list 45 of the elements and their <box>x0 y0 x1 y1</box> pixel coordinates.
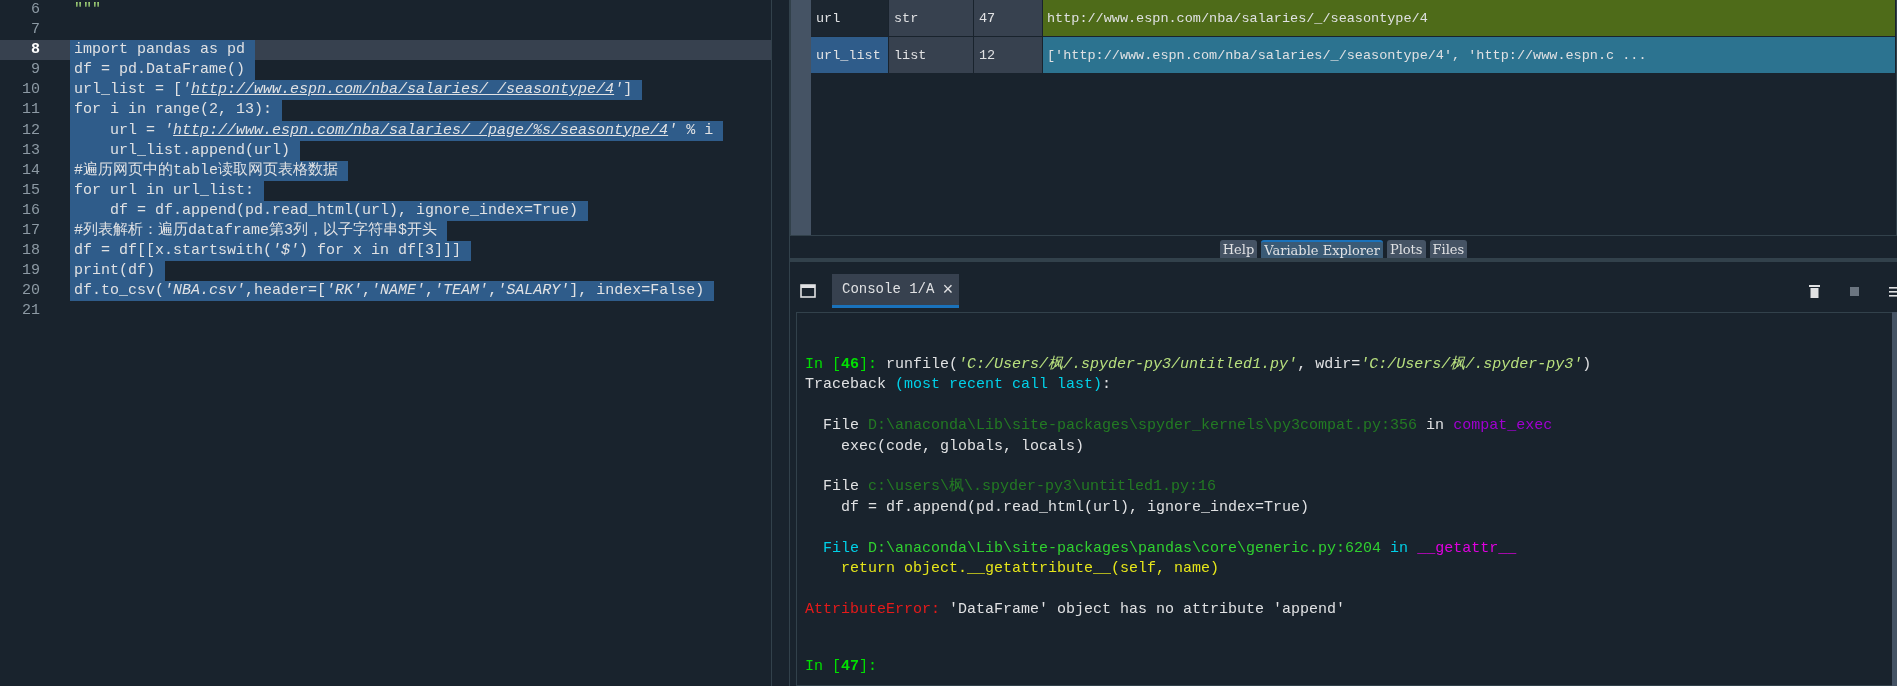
window-icon[interactable] <box>800 284 816 298</box>
line-number: 12 <box>21 120 41 141</box>
line-number: 8 <box>30 40 41 61</box>
line-number: 21 <box>21 301 41 322</box>
line-number: 15 <box>21 180 41 201</box>
line-number: 20 <box>21 281 41 302</box>
console-line: df = df.append(pd.read_html(url), ignore_index=True) <box>840 497 1311 518</box>
line-number: 19 <box>21 261 41 282</box>
variable-type-cell: list <box>889 37 974 73</box>
line-number: 17 <box>21 221 41 242</box>
console-line: File D:\anaconda\Lib\site-packages\spyder_kernels\py3compat.py:356 in compat_exec <box>822 416 1554 437</box>
variable-size-cell: 47 <box>974 0 1043 36</box>
variable-name-cell[interactable]: url_list <box>811 37 889 73</box>
menu-icon[interactable] <box>1889 285 1897 297</box>
console-prompt: In [47]: <box>805 656 879 677</box>
variable-size-cell: 12 <box>974 37 1043 73</box>
console-line: return object.__getattribute__(self, name) <box>840 558 1221 579</box>
line-number: 16 <box>21 200 41 221</box>
variable-value-cell: http://www.espn.com/nba/salaries/_/seasontype/4 <box>1043 0 1896 36</box>
variable-type-cell: str <box>889 0 974 36</box>
line-number: 6 <box>30 0 41 20</box>
line-number: 10 <box>21 80 41 101</box>
console-line: Traceback (most recent call last): <box>805 375 1113 396</box>
code-line: """ <box>73 0 101 20</box>
line-number: 13 <box>21 140 41 161</box>
console-tab[interactable]: Console 1/A × <box>832 274 960 308</box>
line-number: 7 <box>30 20 41 41</box>
pane-tab[interactable]: Files <box>1429 240 1468 258</box>
console-line: File c:\users\枫\.spyder-py3\untitled1.py:16 <box>822 477 1218 498</box>
line-number: 11 <box>21 100 41 121</box>
line-number: 9 <box>30 60 41 81</box>
line-number: 18 <box>21 241 41 262</box>
line-number: 14 <box>21 160 41 181</box>
pane-tab[interactable]: Variable Explorer <box>1261 240 1383 258</box>
pane-tab[interactable]: Help <box>1219 240 1258 258</box>
console-line: AttributeError: 'DataFrame' object has no attribute 'append' <box>805 599 1347 620</box>
variable-value-cell: ['http://www.espn.com/nba/salaries/_/seasontype/4', 'http://www.espn.c ... <box>1043 37 1896 73</box>
close-icon[interactable]: × <box>942 280 954 299</box>
pane-tab[interactable]: Plots <box>1386 240 1426 258</box>
console-line: exec(code, globals, locals) <box>840 436 1086 457</box>
console-line: File D:\anaconda\Lib\site-packages\pandas\core\generic.py:6204 in __getattr__ <box>822 538 1518 559</box>
console-line: In [46]: runfile('C:/Users/枫/.spyder-py3/untitled1.py', wdir='C:/Users/枫/.spyder-py3') <box>805 355 1593 375</box>
trash-icon[interactable] <box>1809 284 1820 298</box>
scrollbar[interactable] <box>1892 312 1897 686</box>
stop-icon[interactable] <box>1850 286 1859 296</box>
